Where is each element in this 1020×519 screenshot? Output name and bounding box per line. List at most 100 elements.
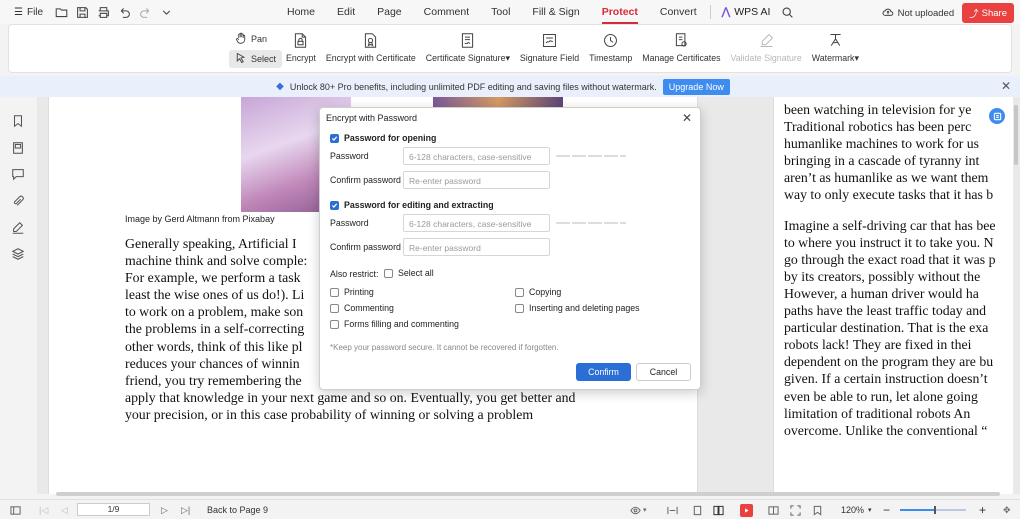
timestamp-button[interactable]: Timestamp <box>584 29 637 64</box>
save-icon[interactable] <box>74 4 91 21</box>
next-page-icon[interactable]: ▷ <box>161 503 168 517</box>
password-for-editing-checkbox[interactable]: Password for editing and extracting <box>330 200 494 210</box>
zoom-level-select[interactable]: 120% ▾ <box>841 503 872 517</box>
tab-edit[interactable]: Edit <box>326 0 366 24</box>
certificate-signature-button[interactable]: Certificate Signature▾ <box>421 29 515 64</box>
wps-ai-button[interactable]: ⋀ WPS AI <box>713 6 780 18</box>
open-folder-icon[interactable] <box>53 4 70 21</box>
select-all-checkbox[interactable]: Select all <box>384 268 434 278</box>
play-slideshow-icon[interactable] <box>740 503 753 517</box>
fit-width-icon[interactable] <box>667 503 678 517</box>
encrypt-button[interactable]: Encrypt <box>281 29 321 64</box>
dual-view-icon[interactable] <box>768 503 779 517</box>
zoom-out-icon[interactable]: − <box>883 503 890 517</box>
edit-password-input[interactable]: 6-128 characters, case-sensitive <box>403 214 550 232</box>
encrypt-with-certificate-label: Encrypt with Certificate <box>325 53 416 63</box>
open-confirm-password-input[interactable]: Re-enter password <box>403 171 550 189</box>
back-to-page-link[interactable]: Back to Page 9 <box>207 503 268 517</box>
close-icon[interactable]: ✕ <box>682 111 692 125</box>
tab-home[interactable]: Home <box>276 0 326 24</box>
redo-icon[interactable] <box>137 4 154 21</box>
pan-tool[interactable]: Pan <box>229 30 282 48</box>
watermark-button[interactable]: Watermark▾ <box>807 29 864 64</box>
bookmark-view-icon[interactable] <box>812 503 823 517</box>
text-line: given. If a certain instruction doesn’t <box>784 371 988 387</box>
menubar: ☰ File Home Edit Page Comment Tool Fill … <box>0 0 1020 24</box>
tab-page[interactable]: Page <box>366 0 413 24</box>
vertical-scrollbar[interactable] <box>1014 105 1018 165</box>
zoom-slider[interactable] <box>900 506 966 514</box>
text-line: even be able to run, let alone going <box>784 388 978 404</box>
share-icon: ⤴ <box>969 9 979 20</box>
validate-signature-button[interactable]: Validate Signature <box>726 29 807 64</box>
single-page-icon[interactable] <box>692 503 703 517</box>
protect-ribbon: Pan Select Encrypt Encrypt with Certific… <box>8 24 1012 73</box>
attachment-icon[interactable] <box>11 194 26 209</box>
print-icon[interactable] <box>95 4 112 21</box>
edit-confirm-password-input[interactable]: Re-enter password <box>403 238 550 256</box>
select-tool[interactable]: Select <box>229 50 283 68</box>
forms-filling-commenting-checkbox[interactable]: Forms filling and commenting <box>330 319 459 329</box>
text-line: robots lack! They are fixed in thei <box>784 337 972 353</box>
chevron-down-icon[interactable] <box>158 4 175 21</box>
password-for-opening-checkbox[interactable]: Password for opening <box>330 133 436 143</box>
scrollbar-thumb[interactable] <box>56 492 1000 496</box>
signature-field-button[interactable]: Signature Field <box>515 29 584 64</box>
file-menu[interactable]: ☰ File <box>8 7 49 18</box>
tab-tool[interactable]: Tool <box>480 0 521 24</box>
last-page-icon[interactable]: ▷| <box>181 503 190 517</box>
text-line: Traditional robotics has been perc <box>784 119 972 135</box>
printing-checkbox[interactable]: Printing <box>330 287 374 297</box>
tab-comment[interactable]: Comment <box>413 0 481 24</box>
page-number-input[interactable]: 1/9 <box>77 503 150 516</box>
zoom-slider-fill <box>900 509 935 511</box>
tab-protect[interactable]: Protect <box>591 0 649 24</box>
previous-page-icon[interactable]: ◁ <box>61 503 68 517</box>
horizontal-scrollbar[interactable] <box>52 491 1008 497</box>
bookmark-icon[interactable] <box>11 114 26 129</box>
also-restrict-label: Also restrict: <box>330 269 379 279</box>
checkbox-icon <box>330 287 339 297</box>
search-icon[interactable] <box>779 4 796 21</box>
comment-icon[interactable] <box>11 167 26 182</box>
text-line: way to only execute tasks that it has b <box>784 187 994 203</box>
cursor-icon <box>235 52 247 66</box>
toggle-sidebar-icon[interactable] <box>10 503 21 517</box>
confirm-button[interactable]: Confirm <box>576 363 631 381</box>
close-icon[interactable]: ✕ <box>1001 79 1011 93</box>
manage-certificates-button[interactable]: Manage Certificates <box>637 29 725 64</box>
pan-label: Pan <box>251 34 268 44</box>
upload-status[interactable]: Not uploaded <box>882 6 954 21</box>
ai-assistant-icon[interactable] <box>989 108 1005 124</box>
tab-fill-sign[interactable]: Fill & Sign <box>521 0 590 24</box>
upgrade-now-button[interactable]: Upgrade Now <box>662 78 730 95</box>
text-line: However, a human driver would ha <box>784 285 979 301</box>
undo-icon[interactable] <box>116 4 133 21</box>
copying-checkbox[interactable]: Copying <box>515 287 561 297</box>
full-screen-icon[interactable] <box>790 503 801 517</box>
zoom-in-icon[interactable]: + <box>979 503 986 517</box>
open-password-input[interactable]: 6-128 characters, case-sensitive <box>403 147 550 165</box>
signature-icon[interactable] <box>11 221 26 236</box>
thumbnail-icon[interactable] <box>11 141 26 156</box>
commenting-checkbox[interactable]: Commenting <box>330 303 394 313</box>
tab-convert[interactable]: Convert <box>649 0 708 24</box>
cancel-button[interactable]: Cancel <box>636 363 691 381</box>
encrypt-label: Encrypt <box>286 53 316 63</box>
checkbox-checked-icon <box>330 200 339 210</box>
inserting-deleting-pages-label: Inserting and deleting pages <box>529 303 640 313</box>
chevron-down-icon: ▾ <box>854 53 859 63</box>
text-line: limitation of traditional robots An <box>784 405 971 421</box>
encrypt-with-certificate-button[interactable]: Encrypt with Certificate <box>321 29 421 64</box>
share-button[interactable]: ⤴ Share <box>962 3 1014 23</box>
fit-page-icon[interactable]: ✥ <box>1003 503 1011 517</box>
zoom-slider-knob[interactable] <box>933 506 936 514</box>
layers-icon[interactable] <box>11 247 26 262</box>
first-page-icon[interactable]: |◁ <box>39 503 48 517</box>
password-strength-meter <box>556 155 626 157</box>
inserting-deleting-pages-checkbox[interactable]: Inserting and deleting pages <box>515 303 640 313</box>
eye-icon[interactable]: ▾ <box>630 503 647 517</box>
two-page-icon[interactable] <box>713 503 724 517</box>
encrypt-with-password-dialog: Encrypt with Password ✕ Password for ope… <box>319 107 701 390</box>
text-line: humanlike machines to work for us <box>784 136 980 152</box>
